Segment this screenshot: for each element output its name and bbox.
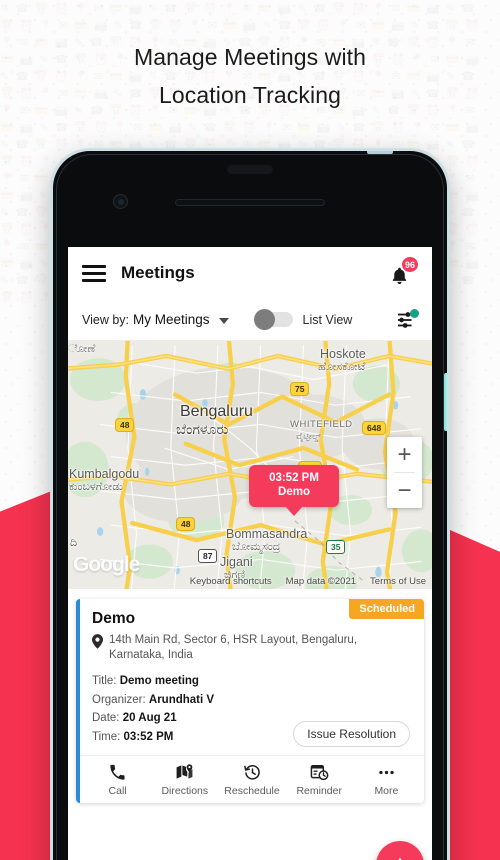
action-label: Directions [161,785,209,797]
zoom-out-button[interactable]: − [387,473,422,508]
route-shield: 48 [115,418,135,432]
meeting-card-area: Scheduled Demo 14th Main Rd, Sector 6, H… [68,589,432,803]
map-label: Hoskote [320,347,366,361]
marker-title: Demo [278,486,310,498]
status-badge: Scheduled [349,599,424,619]
map-zoom-controls: + − [387,437,422,508]
app-bar: Meetings 96 [68,247,432,299]
meeting-address: 14th Main Rd, Sector 6, HSR Layout, Beng… [109,634,358,661]
app-screen: Meetings 96 View by: My Meetings List Vi [68,247,432,860]
action-reminder[interactable]: Reminder [286,763,353,797]
issue-resolution-button[interactable]: Issue Resolution [293,721,410,747]
map-attribution: Keyboard shortcuts Map data ©2021 Terms … [68,573,432,589]
phone-speaker-grille [175,199,325,206]
notifications-button[interactable]: 96 [386,256,419,288]
marker-time: 03:52 PM [269,472,319,484]
map-label: ಬೋಮ್ಮಸಂದ್ರ [232,541,281,553]
map-label: Kumbalgodu [69,467,140,481]
action-directions[interactable]: Directions [151,763,218,797]
terms-of-use-link[interactable]: Terms of Use [370,576,426,587]
app-bar-title: Meetings [121,263,195,282]
map-label: ಬೆಂಗಳೂರು [176,421,229,437]
map-label: ೋಣೆ [68,343,96,355]
chevron-down-icon[interactable] [218,317,229,324]
field-label: Title: [92,675,117,687]
view-by-value[interactable]: My Meetings [133,312,210,327]
route-shield: 35 [326,540,346,554]
more-horizontal-icon [379,770,394,775]
plus-icon: + [392,851,408,860]
field-value: 20 Aug 21 [122,712,177,724]
map-label: ವೈಟ್ಫೀಲ್ಡ್ [296,431,322,441]
headline-line-2: Location Tracking [159,82,341,108]
phone-mockup: Meetings 96 View by: My Meetings List Vi [50,148,450,860]
meeting-details: Title: Demo meeting Organizer: Arundhati… [92,672,412,747]
field-value: Arundhati V [148,693,215,706]
field-value: Demo meeting [119,675,199,687]
phone-side-button [444,373,447,431]
meeting-card[interactable]: Scheduled Demo 14th Main Rd, Sector 6, H… [76,599,424,803]
list-view-toggle[interactable] [253,309,293,330]
directions-map-pin-icon [176,764,193,779]
field-label: Organizer: [92,693,146,706]
phone-front-camera [113,194,128,209]
map-label: Bengaluru [180,403,253,420]
action-more[interactable]: More [353,763,420,797]
action-label: Call [108,785,127,797]
keyboard-shortcuts-link[interactable]: Keyboard shortcuts [190,576,272,587]
map-view[interactable]: Bengaluru ಬೆಂಗಳೂರು Hoskote ಹೋಸಕೋಟೆ WHITE… [68,341,432,589]
map-label: WHITEFIELD [290,419,353,430]
route-shield: 648 [362,421,387,435]
toggle-knob [253,309,275,330]
meeting-field-title: Title: Demo meeting [92,672,412,691]
notification-badge: 96 [400,256,419,273]
action-call[interactable]: Call [84,763,151,797]
filter-sliders-icon[interactable] [396,309,419,330]
screenshot-root: ✎☎📅⏰📍✉💳📷✎☎📅⏰📍✉💳📷✎☎📅⏰📍✉💳📷✎☎📅⏰📍✉💳📷✎☎📅⏰📍✉💳📷… [0,0,500,860]
route-shield: 48 [176,517,196,531]
field-value: 03:52 PM [123,730,174,743]
map-label: Jigani [220,555,253,569]
meeting-card-body: Demo 14th Main Rd, Sector 6, HSR Layout,… [80,599,424,755]
calendar-clock-icon [310,764,329,781]
map-label: ದಿ [70,537,78,549]
page-title: Manage Meetings with Location Tracking [0,38,500,114]
meeting-card-actions: Call Directions Reschedule Reminder More [80,755,424,803]
action-label: More [374,785,399,797]
route-shield: 75 [290,382,310,396]
action-label: Reminder [296,785,342,797]
map-pin-icon [92,634,103,649]
field-label: Time: [92,730,121,743]
map-label: ಹೋಸಕೋಟೆ [318,361,366,373]
add-meeting-fab[interactable]: + [376,841,424,860]
list-view-label: List View [302,312,353,327]
route-shield: 87 [198,549,218,563]
phone-top-button [367,151,393,154]
headline-line-1: Manage Meetings with [133,44,367,70]
map-label: Bommasandra [226,527,308,541]
phone-icon [110,764,125,780]
field-label: Date: [92,712,120,724]
action-reschedule[interactable]: Reschedule [218,763,285,797]
meeting-field-organizer: Organizer: Arundhati V [92,691,412,710]
action-label: Reschedule [224,785,280,797]
clock-rewind-icon [243,765,260,780]
meeting-address-row: 14th Main Rd, Sector 6, HSR Layout, Beng… [92,633,412,663]
filter-bar: View by: My Meetings List View [68,299,432,341]
view-by-label: View by: [82,312,130,327]
phone-earpiece [227,165,273,174]
map-data-credit: Map data ©2021 [285,575,357,587]
zoom-in-button[interactable]: + [387,437,422,472]
filter-active-dot [410,309,419,318]
map-meeting-marker[interactable]: 03:52 PM Demo [249,465,339,507]
hamburger-menu-icon[interactable] [82,264,106,282]
map-label: ಕುಂಬಳಗೋಡು [69,481,123,493]
